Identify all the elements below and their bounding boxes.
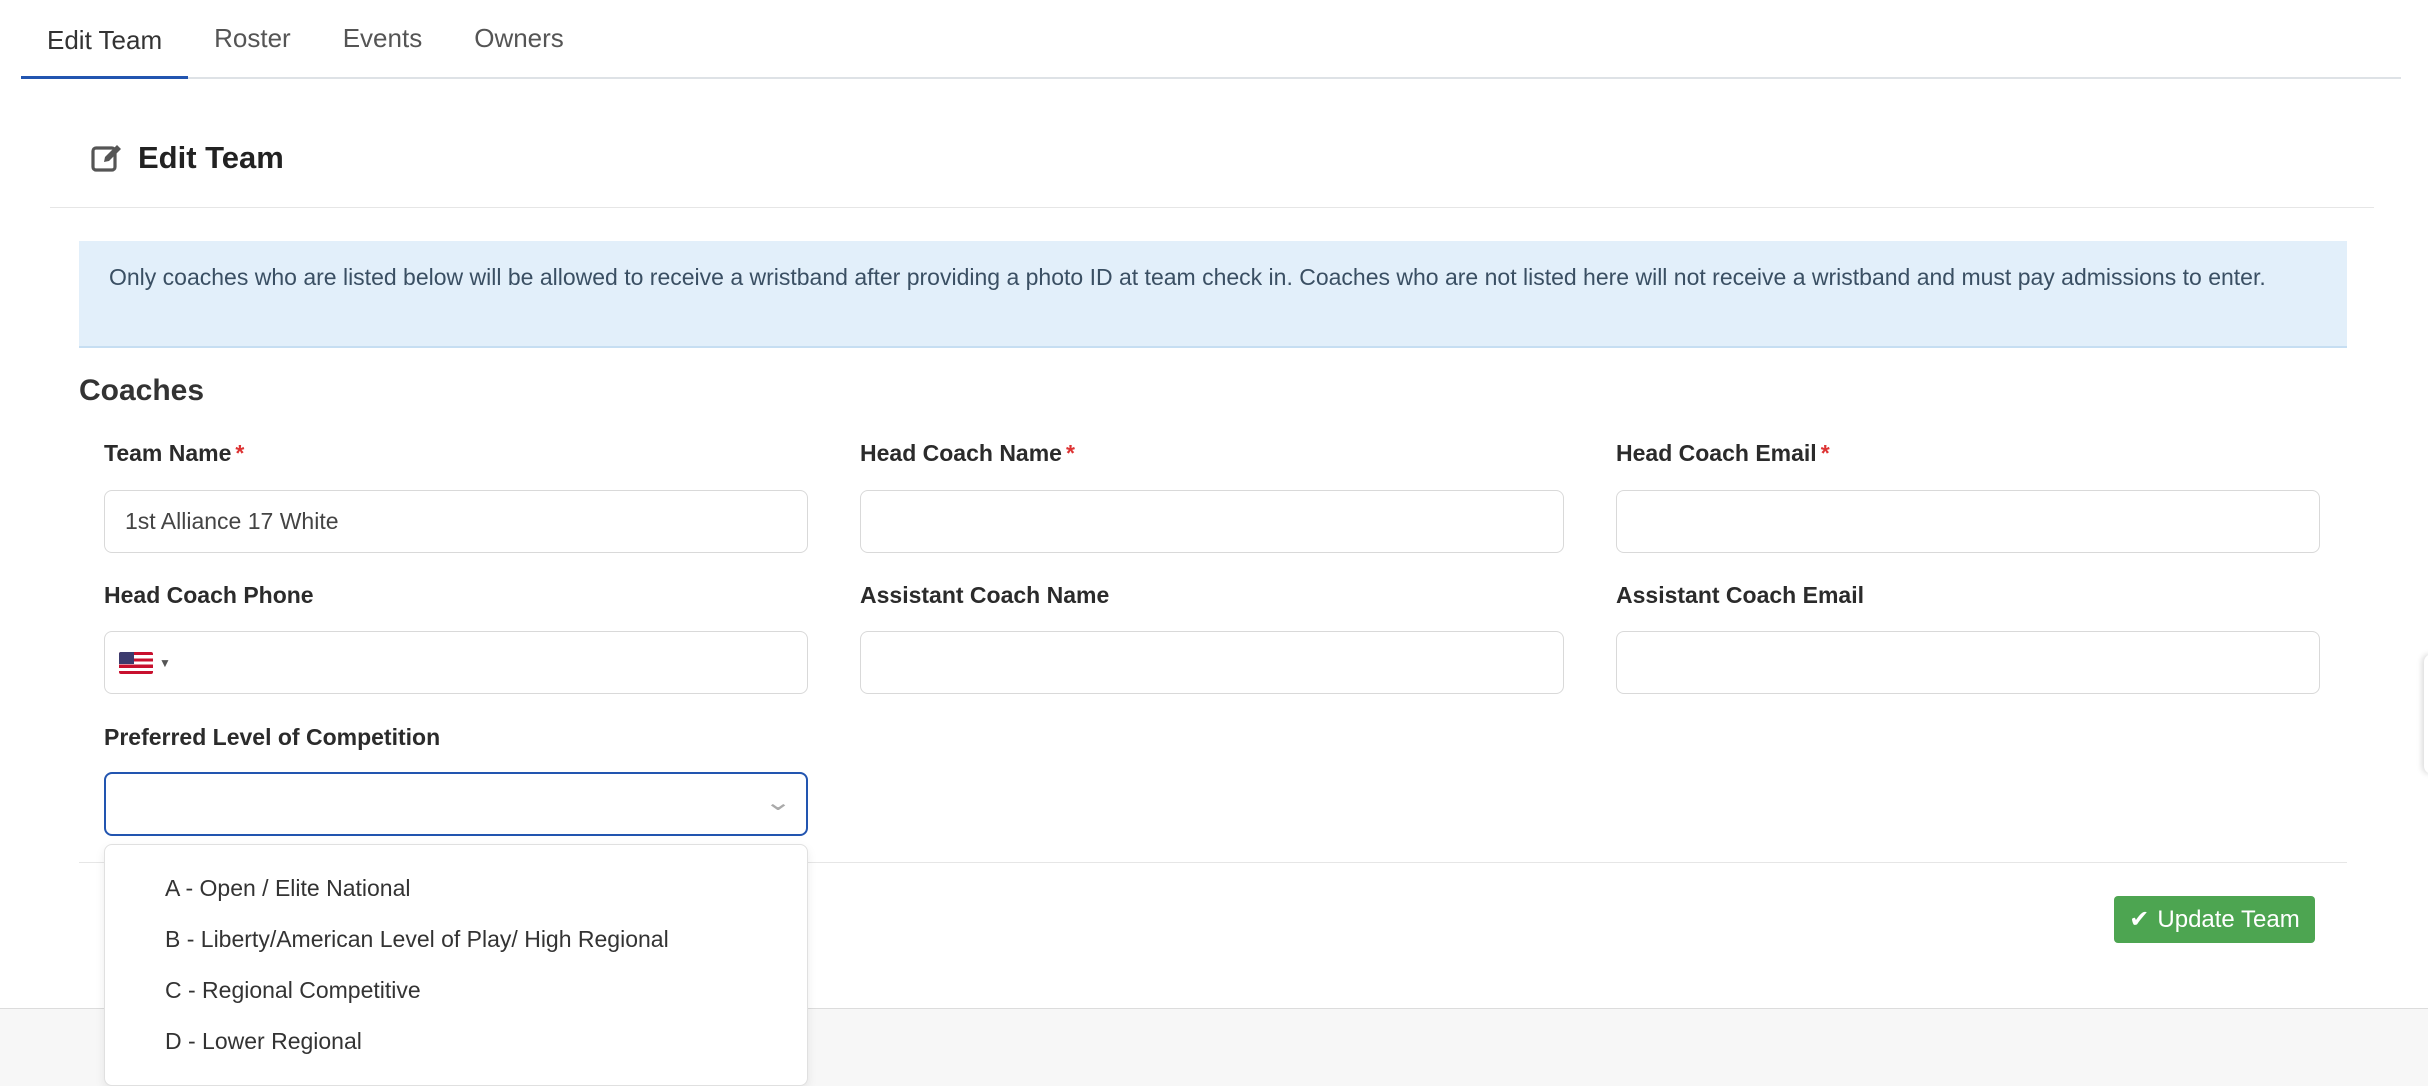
- side-edge-tab[interactable]: [2424, 654, 2428, 774]
- head-coach-email-label: Head Coach Email *: [1616, 440, 1830, 467]
- panel-header: Edit Team: [50, 128, 2374, 208]
- dropdown-option[interactable]: C - Regional Competitive: [105, 965, 807, 1016]
- assistant-coach-name-input[interactable]: [860, 631, 1564, 694]
- head-coach-email-input[interactable]: [1616, 490, 2320, 553]
- page-title: Edit Team: [138, 139, 284, 175]
- head-coach-phone-label: Head Coach Phone: [104, 582, 314, 608]
- tab-bar: Edit Team Roster Events Owners: [21, 0, 2401, 79]
- tab-events[interactable]: Events: [317, 0, 449, 77]
- dropdown-option[interactable]: A - Open / Elite National: [105, 863, 807, 914]
- head-coach-name-label-text: Head Coach Name: [860, 440, 1062, 466]
- country-dropdown-caret-icon[interactable]: ▼: [159, 656, 171, 670]
- tab-roster[interactable]: Roster: [188, 0, 317, 77]
- check-icon: ✔: [2129, 906, 2150, 933]
- us-flag-icon[interactable]: [119, 651, 153, 674]
- head-coach-name-input[interactable]: [860, 490, 1564, 553]
- assistant-coach-email-input[interactable]: [1616, 631, 2320, 694]
- team-name-label: Team Name *: [104, 440, 244, 467]
- team-name-label-text: Team Name: [104, 440, 232, 466]
- required-marker: *: [235, 440, 245, 466]
- dropdown-option[interactable]: B - Liberty/American Level of Play/ High…: [105, 914, 807, 965]
- competition-level-select[interactable]: ⌄: [104, 772, 808, 836]
- required-marker: *: [1065, 440, 1075, 466]
- chevron-down-icon: ⌄: [763, 789, 793, 816]
- assistant-coach-email-label: Assistant Coach Email: [1616, 582, 1864, 608]
- tab-owners[interactable]: Owners: [448, 0, 590, 77]
- section-title-coaches: Coaches: [79, 374, 205, 407]
- assistant-coach-name-label: Assistant Coach Name: [860, 582, 1110, 608]
- competition-level-label: Preferred Level of Competition: [104, 724, 441, 750]
- update-team-button[interactable]: ✔ Update Team: [2114, 896, 2315, 943]
- update-team-button-label: Update Team: [2157, 905, 2300, 933]
- tab-edit-team[interactable]: Edit Team: [21, 0, 189, 79]
- team-name-input[interactable]: 1st Alliance 17 White: [104, 490, 808, 553]
- required-marker: *: [1820, 440, 1830, 466]
- edit-icon: [91, 144, 121, 172]
- dropdown-option[interactable]: D - Lower Regional: [105, 1016, 807, 1067]
- head-coach-phone-input[interactable]: ▼: [104, 631, 808, 694]
- head-coach-name-label: Head Coach Name *: [860, 440, 1075, 467]
- competition-level-dropdown: A - Open / Elite National B - Liberty/Am…: [104, 844, 808, 1086]
- info-alert: Only coaches who are listed below will b…: [79, 241, 2347, 348]
- head-coach-email-label-text: Head Coach Email: [1616, 440, 1817, 466]
